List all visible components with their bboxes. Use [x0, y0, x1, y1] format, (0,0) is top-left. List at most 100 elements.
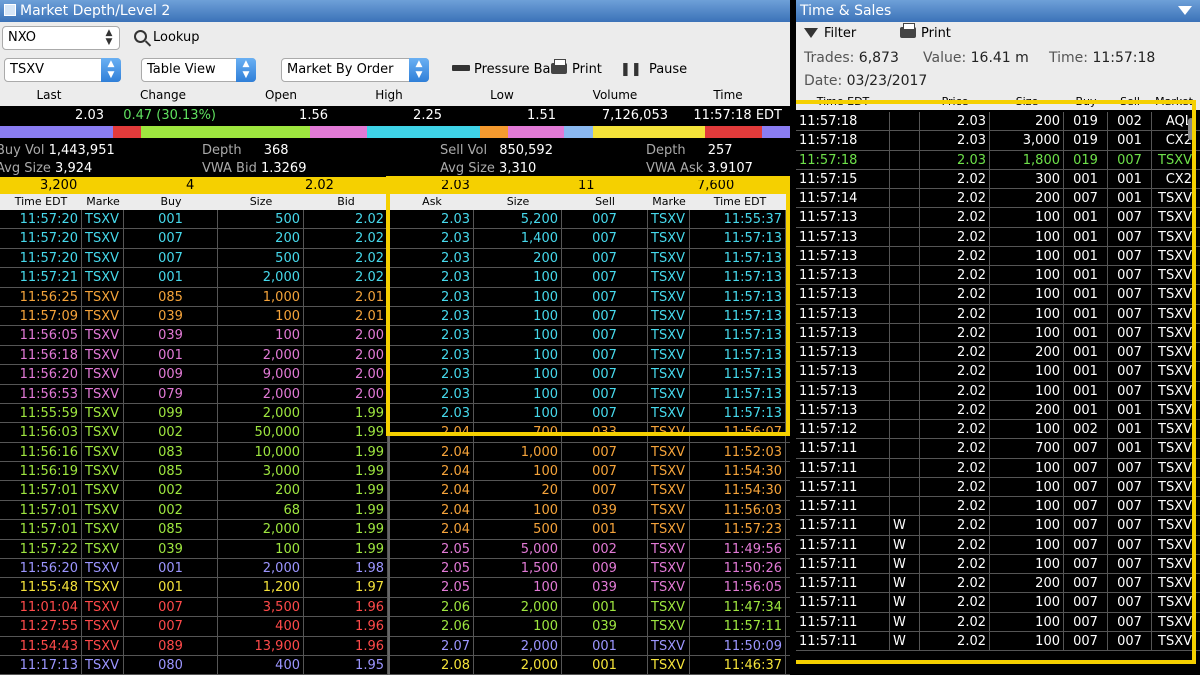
- trade-row[interactable]: 11:57:13 2.02 100 001 007 TSXV: [796, 266, 1200, 286]
- print-button[interactable]: Print: [551, 59, 602, 79]
- dropdown-arrow-icon[interactable]: ▲ ▼: [236, 58, 256, 82]
- ask-row[interactable]: 2.03 100 007 TSXV 11:57:13: [390, 287, 790, 307]
- ask-row[interactable]: 2.06 2,000 001 TSXV 11:47:34: [390, 597, 790, 618]
- ask-row[interactable]: 2.05 100 039 TSXV 11:56:05: [390, 578, 790, 598]
- ask-row[interactable]: 2.04 100 007 TSXV 11:54:30: [390, 462, 790, 482]
- trade-row[interactable]: 11:57:11 2.02 700 007 001 TSXV: [796, 439, 1200, 459]
- bid-row[interactable]: 11:57:20 TSXV 001 500 2.02: [0, 210, 388, 230]
- view-select[interactable]: Table View ▲ ▼: [141, 58, 256, 82]
- trade-row[interactable]: 11:57:13 2.02 100 001 007 TSXV: [796, 304, 1200, 324]
- ask-header-sell[interactable]: Sell: [562, 194, 648, 210]
- pause-button[interactable]: ❚❚ Pause: [620, 61, 687, 79]
- bid-row[interactable]: 11:57:01 TSXV 002 68 1.99: [0, 500, 388, 521]
- bid-row[interactable]: 11:57:21 TSXV 001 2,000 2.02: [0, 268, 388, 288]
- trades-scrollbar[interactable]: [1188, 118, 1194, 140]
- bid-row[interactable]: 11:55:48 TSXV 001 1,200 1.97: [0, 578, 388, 598]
- bid-row[interactable]: 11:56:03 TSXV 002 50,000 1.99: [0, 423, 388, 443]
- ask-row[interactable]: 2.04 700 033 TSXV 11:56:07: [390, 423, 790, 443]
- trade-row[interactable]: 11:57:13 2.02 100 001 007 TSXV: [796, 323, 1200, 343]
- bid-row[interactable]: 11:57:22 TSXV 039 100 1.99: [0, 539, 388, 560]
- bid-row[interactable]: 11:56:16 TSXV 083 10,000 1.99: [0, 442, 388, 463]
- bid-row[interactable]: 11:56:05 TSXV 039 100 2.00: [0, 326, 388, 346]
- trade-row[interactable]: 11:57:11 W 2.02 100 007 007 TSXV: [796, 631, 1200, 651]
- ask-row[interactable]: 2.05 5,000 002 TSXV 11:49:56: [390, 539, 790, 560]
- ask-row[interactable]: 2.03 1,400 007 TSXV 11:57:13: [390, 229, 790, 249]
- trade-row[interactable]: 11:57:13 2.02 100 001 007 TSXV: [796, 381, 1200, 401]
- ask-header-time[interactable]: Time EDT: [690, 194, 790, 210]
- ask-row[interactable]: 2.08 2,000 001 TSXV 11:46:37: [390, 655, 790, 675]
- bid-row[interactable]: 11:54:43 TSXV 089 13,900 1.96: [0, 636, 388, 656]
- spinner-icon[interactable]: ▲ ▼: [101, 29, 117, 47]
- ts-header-market[interactable]: Market: [1152, 94, 1196, 110]
- bid-row[interactable]: 11:56:20 TSXV 009 9,000 2.00: [0, 365, 388, 385]
- trade-row[interactable]: 11:57:13 2.02 100 001 007 TSXV: [796, 246, 1200, 266]
- ask-row[interactable]: 2.03 5,200 007 TSXV 11:55:37: [390, 210, 790, 230]
- ts-header-size[interactable]: Size: [990, 94, 1064, 110]
- bid-header-time[interactable]: Time EDT: [0, 194, 82, 210]
- trade-row[interactable]: 11:57:11 2.02 100 007 007 TSXV: [796, 497, 1200, 517]
- ts-print-button[interactable]: Print: [900, 23, 951, 43]
- trade-row[interactable]: 11:57:11 W 2.02 100 007 007 TSXV: [796, 593, 1200, 613]
- trade-row[interactable]: 11:57:13 2.02 200 001 001 TSXV: [796, 400, 1200, 420]
- trade-row[interactable]: 11:57:13 2.02 100 001 007 TSXV: [796, 208, 1200, 228]
- bid-row[interactable]: 11:57:01 TSXV 002 200 1.99: [0, 481, 388, 501]
- ask-row[interactable]: 2.04 1,000 007 TSXV 11:52:03: [390, 442, 790, 463]
- trade-row[interactable]: 11:57:11 W 2.02 200 007 007 TSXV: [796, 574, 1200, 594]
- ask-row[interactable]: 2.04 20 007 TSXV 11:54:30: [390, 481, 790, 501]
- bid-row[interactable]: 11:57:01 TSXV 085 2,000 1.99: [0, 520, 388, 540]
- collapse-triangle-icon[interactable]: [1178, 6, 1192, 15]
- ask-row[interactable]: 2.04 100 039 TSXV 11:56:03: [390, 500, 790, 521]
- bid-header-size[interactable]: Size: [218, 194, 304, 210]
- ts-header-buy[interactable]: Buy: [1064, 94, 1108, 110]
- trade-row[interactable]: 11:57:13 2.02 200 001 007 TSXV: [796, 343, 1200, 363]
- ask-row[interactable]: 2.06 100 039 TSXV 11:57:11: [390, 617, 790, 637]
- trade-row[interactable]: 11:57:15 2.02 300 001 001 CX2: [796, 169, 1200, 189]
- filter-button[interactable]: Filter: [804, 25, 856, 43]
- ts-header-time[interactable]: Time EDT: [796, 94, 890, 110]
- trade-row[interactable]: 11:57:18 2.03 200 019 002 AQL: [796, 112, 1200, 132]
- trade-row[interactable]: 11:57:11 W 2.02 100 007 007 TSXV: [796, 554, 1200, 574]
- trade-row[interactable]: 11:57:13 2.02 100 001 007 TSXV: [796, 227, 1200, 247]
- ts-header-price[interactable]: Price: [920, 94, 990, 110]
- pressure-bar-button[interactable]: Pressure Bar: [452, 61, 556, 79]
- bid-row[interactable]: 11:56:20 TSXV 001 2,000 1.98: [0, 559, 388, 579]
- bid-row[interactable]: 11:57:09 TSXV 039 100 2.01: [0, 306, 388, 327]
- ask-row[interactable]: 2.03 100 007 TSXV 11:57:13: [390, 326, 790, 346]
- bid-header-bid[interactable]: Bid: [304, 194, 388, 210]
- ask-row[interactable]: 2.07 2,000 001 TSXV 11:50:09: [390, 636, 790, 656]
- ask-row[interactable]: 2.03 100 007 TSXV 11:57:13: [390, 345, 790, 366]
- trade-row[interactable]: 11:57:11 W 2.02 100 007 007 TSXV: [796, 535, 1200, 555]
- trade-row[interactable]: 11:57:12 2.02 100 002 001 TSXV: [796, 420, 1200, 440]
- dropdown-arrow-icon[interactable]: ▲ ▼: [101, 58, 121, 82]
- bid-row[interactable]: 11:56:18 TSXV 001 2,000 2.00: [0, 345, 388, 366]
- ask-row[interactable]: 2.03 100 007 TSXV 11:57:13: [390, 365, 790, 385]
- ask-header-size[interactable]: Size: [474, 194, 562, 210]
- trade-row[interactable]: 11:57:18 2.03 1,800 019 007 TSXV: [796, 150, 1200, 170]
- ask-row[interactable]: 2.03 200 007 TSXV 11:57:13: [390, 248, 790, 269]
- ts-header-sell[interactable]: Sell: [1108, 94, 1152, 110]
- ask-row[interactable]: 2.03 100 007 TSXV 11:57:13: [390, 306, 790, 327]
- lookup-button[interactable]: Lookup: [134, 29, 200, 47]
- ask-row[interactable]: 2.03 100 007 TSXV 11:57:13: [390, 384, 790, 404]
- mode-select[interactable]: Market By Order ▲ ▼: [281, 58, 429, 82]
- trade-row[interactable]: 11:57:13 2.02 100 001 007 TSXV: [796, 285, 1200, 305]
- ask-row[interactable]: 2.04 500 001 TSXV 11:57:23: [390, 520, 790, 540]
- trade-row[interactable]: 11:57:13 2.02 100 001 007 TSXV: [796, 362, 1200, 382]
- trade-row[interactable]: 11:57:18 2.03 3,000 019 001 CX2: [796, 131, 1200, 151]
- trade-row[interactable]: 11:57:11 2.02 100 007 007 TSXV: [796, 477, 1200, 497]
- trade-row[interactable]: 11:57:14 2.02 200 007 001 TSXV: [796, 189, 1200, 209]
- ask-row[interactable]: 2.03 100 007 TSXV 11:57:13: [390, 403, 790, 424]
- bid-row[interactable]: 11:55:59 TSXV 099 2,000 1.99: [0, 403, 388, 424]
- ask-header-market[interactable]: Marke: [648, 194, 690, 210]
- dropdown-arrow-icon[interactable]: ▲ ▼: [409, 58, 429, 82]
- bid-row[interactable]: 11:56:19 TSXV 085 3,000 1.99: [0, 462, 388, 482]
- symbol-input[interactable]: NXO ▲ ▼: [2, 26, 120, 50]
- bid-row[interactable]: 11:27:55 TSXV 007 400 1.96: [0, 617, 388, 637]
- ask-row[interactable]: 2.03 100 007 TSXV 11:57:13: [390, 268, 790, 288]
- bid-row[interactable]: 11:56:53 TSXV 079 2,000 2.00: [0, 384, 388, 404]
- bid-row[interactable]: 11:57:20 TSXV 007 500 2.02: [0, 248, 388, 269]
- bid-row[interactable]: 11:57:20 TSXV 007 200 2.02: [0, 229, 388, 249]
- ask-header-ask[interactable]: Ask: [390, 194, 474, 210]
- trade-row[interactable]: 11:57:11 W 2.02 100 007 007 TSXV: [796, 516, 1200, 536]
- bid-row[interactable]: 11:01:04 TSXV 007 3,500 1.96: [0, 597, 388, 618]
